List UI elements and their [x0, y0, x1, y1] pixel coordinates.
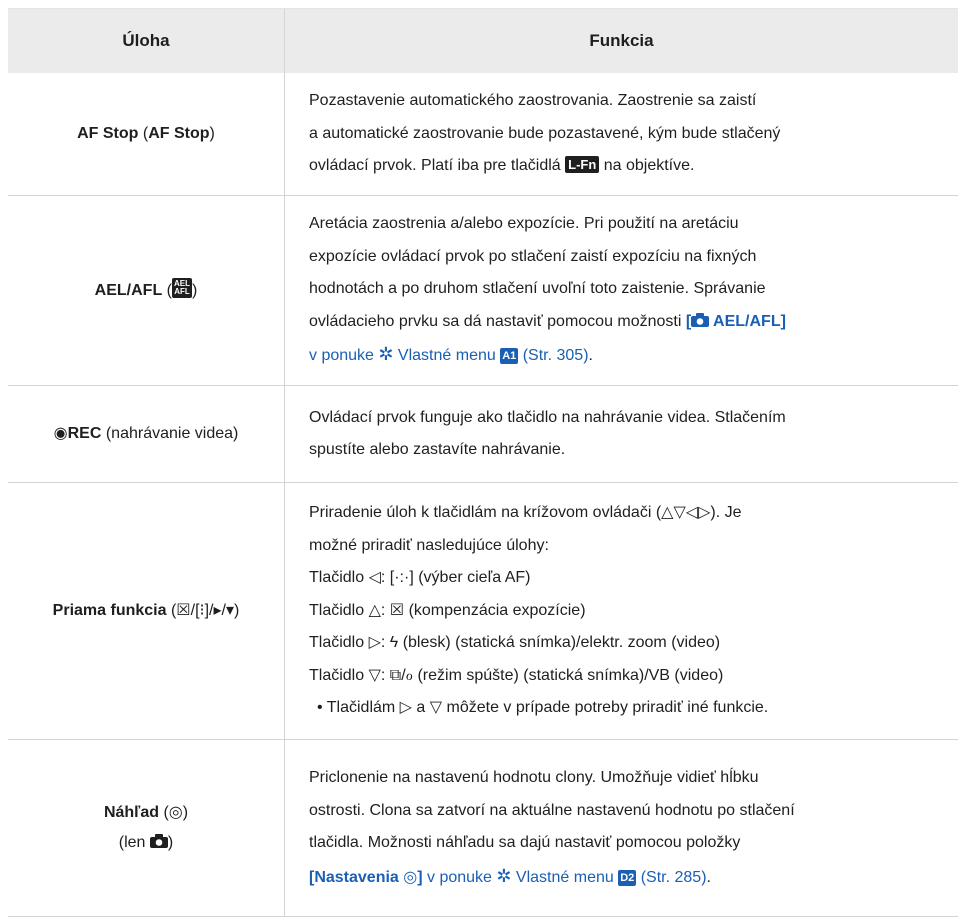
direct-function-icons: (☒/[⁝]/▸/▾): [166, 602, 240, 619]
page-reference-link[interactable]: (Str. 305): [518, 347, 589, 364]
text: .: [706, 868, 711, 886]
text-line: ovládacieho prvku sa dá nastaviť pomocou…: [309, 306, 944, 339]
table-row: ◉REC (nahrávanie videa) Ovládací prvok f…: [8, 386, 958, 483]
task-cell: Náhľad (◎) (len ): [8, 740, 285, 916]
header-task: Úloha: [8, 9, 285, 73]
text-line: v ponuke ✲ Vlastné menu A1 (Str. 305).: [309, 338, 944, 373]
table-header: Úloha Funkcia: [8, 8, 958, 73]
text: na objektíve.: [599, 157, 695, 175]
function-cell: Priclonenie na nastavenú hodnotu clony. …: [285, 740, 958, 916]
table-row: AEL/AFL (AEL AFL) Aretácia zaostrenia a/a…: [8, 196, 958, 386]
text-line: Tlačidlo ▽: ⧉/ℴ (režim spúšte) (statická…: [309, 666, 724, 684]
custom-menu-link[interactable]: Vlastné menu: [393, 347, 500, 364]
text-line: tlačidla. Možnosti náhľadu sa dajú nasta…: [309, 834, 741, 851]
text: ): [167, 834, 174, 851]
l-fn-button-icon: L-Fn: [565, 156, 600, 174]
paren: ): [192, 281, 198, 299]
icon-text: AFL: [174, 286, 190, 296]
preview-settings-link[interactable]: [Nastavenia ◎]: [309, 869, 423, 886]
text-line: spustíte alebo zastavíte nahrávanie.: [309, 441, 566, 458]
paren: ): [209, 125, 215, 142]
ael-afl-button-icon: AEL AFL: [172, 277, 192, 298]
task-cell: Priama funkcia (☒/[⁝]/▸/▾): [8, 483, 285, 739]
text-line: Ovládací prvok funguje ako tlačidlo na n…: [309, 408, 786, 426]
text-line: možné priradiť nasledujúce úlohy:: [309, 536, 549, 554]
text-line: Tlačidlo ▷: ϟ (blesk) (statická snímka)/…: [309, 634, 721, 652]
text-line: Tlačidlo △: ☒ (kompenzácia expozície): [309, 601, 586, 619]
text-line: ostrosti. Clona sa zatvorí na aktuálne n…: [309, 801, 795, 819]
link-text: AEL/AFL]: [709, 312, 786, 330]
text: (len: [118, 834, 150, 851]
text: ovládacieho prvku sa dá nastaviť pomocou…: [309, 312, 686, 330]
text-line: expozície ovládací prvok po stlačení zai…: [309, 247, 757, 265]
text-line: Priclonenie na nastavenú hodnotu clony. …: [309, 769, 759, 786]
task-cell: AF Stop (AF Stop): [8, 73, 285, 195]
camera-icon: [691, 312, 710, 327]
header-function: Funkcia: [589, 30, 654, 50]
page-reference-link[interactable]: (Str. 285): [636, 869, 707, 886]
paren: (: [162, 281, 172, 299]
paren: (: [138, 125, 149, 142]
task-name: AEL/AFL: [94, 281, 163, 299]
task-cell: AEL/AFL (AEL AFL): [8, 196, 285, 385]
text-line: a automatické zaostrovanie bude pozastav…: [309, 124, 781, 142]
function-cell: Priradenie úloh k tlačidlám na krížovom …: [285, 483, 958, 739]
text: (nahrávanie videa): [101, 425, 239, 442]
table-row: Náhľad (◎) (len ) Priclonenie na nastave…: [8, 740, 958, 917]
gear-icon: ✲: [496, 865, 512, 886]
custom-menu-link[interactable]: Vlastné menu: [511, 869, 618, 886]
menu-tab-badge: D2: [618, 869, 637, 886]
text-line: Aretácia zaostrenia a/alebo expozície. P…: [309, 215, 739, 233]
text: .: [588, 347, 593, 365]
table-row: Priama funkcia (☒/[⁝]/▸/▾) Priradenie úl…: [8, 483, 958, 740]
text-line: Pozastavenie automatického zaostrovania.…: [309, 92, 757, 110]
text-line: Tlačidlo ◁: [·:·] (výber cieľa AF): [309, 569, 531, 587]
function-cell: Aretácia zaostrenia a/alebo expozície. P…: [285, 196, 958, 385]
gear-icon: ✲: [378, 344, 394, 365]
task-name: AF Stop: [77, 125, 139, 142]
bullet-line: • Tlačidlám ▷ a ▽ môžete v prípade potre…: [317, 699, 769, 717]
task-name-alt: AF Stop: [148, 125, 210, 142]
text: v ponuke: [309, 347, 379, 365]
text-line: [Nastavenia ◎] v ponuke ✲ Vlastné menu D…: [309, 860, 944, 895]
task-name: Náhľad: [103, 804, 159, 821]
text-line: hodnotách a po druhom stlačení uvoľní to…: [309, 280, 766, 298]
text: ovládací prvok. Platí iba pre tlačidlá: [309, 157, 566, 175]
table-row: AF Stop (AF Stop) Pozastavenie automatic…: [8, 73, 958, 196]
menu-tab-badge: A1: [500, 348, 519, 365]
preview-icon: (◎): [159, 804, 189, 821]
function-cell: Ovládací prvok funguje ako tlačidlo na n…: [285, 386, 958, 482]
task-cell: ◉REC (nahrávanie videa): [8, 386, 285, 482]
task-name: Priama funkcia: [52, 602, 167, 619]
ael-afl-setting-link[interactable]: [ AEL/AFL]: [686, 312, 786, 330]
record-icon: ◉: [53, 425, 68, 442]
text: v ponuke: [422, 868, 497, 886]
function-cell: Pozastavenie automatického zaostrovania.…: [285, 73, 958, 195]
text-line: ovládací prvok. Platí iba pre tlačidlá L…: [309, 150, 944, 183]
task-name: REC: [67, 425, 102, 442]
function-table: Úloha Funkcia AF Stop (AF Stop) Pozastav…: [8, 8, 958, 917]
text-line: Priradenie úloh k tlačidlám na krížovom …: [309, 504, 742, 522]
camera-icon: [149, 834, 168, 848]
